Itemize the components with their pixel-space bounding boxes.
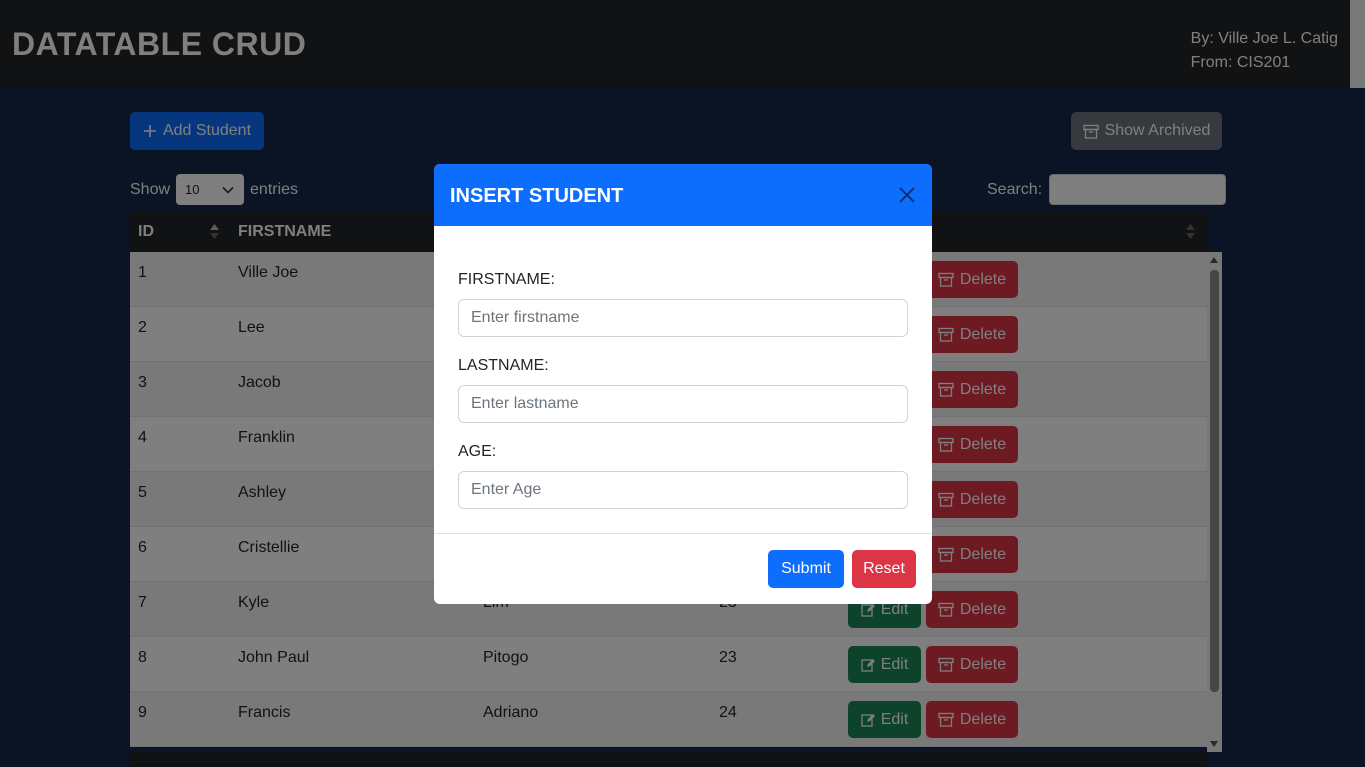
reset-button[interactable]: Reset — [852, 550, 916, 588]
lastname-field[interactable] — [458, 385, 908, 423]
age-field[interactable] — [458, 471, 908, 509]
insert-student-modal: INSERT STUDENT FIRSTNAME: LASTNAME: AGE:… — [434, 164, 932, 604]
lastname-input[interactable] — [459, 386, 907, 422]
submit-button[interactable]: Submit — [768, 550, 844, 588]
modal-footer-divider — [434, 533, 932, 534]
modal-title: INSERT STUDENT — [450, 185, 624, 207]
firstname-label: FIRSTNAME: — [458, 271, 555, 288]
age-label: AGE: — [458, 443, 497, 460]
firstname-input[interactable] — [459, 300, 907, 336]
firstname-field[interactable] — [458, 299, 908, 337]
lastname-label: LASTNAME: — [458, 357, 549, 374]
modal-header: INSERT STUDENT — [434, 164, 932, 226]
close-icon[interactable] — [897, 185, 917, 205]
age-input[interactable] — [459, 472, 907, 508]
